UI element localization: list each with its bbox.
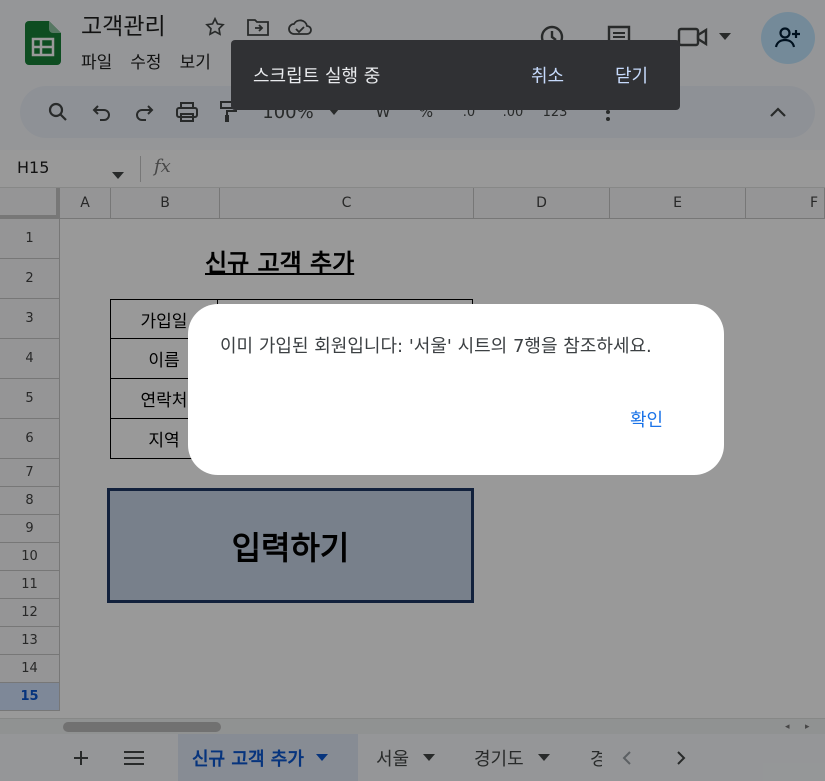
script-running-snackbar: 스크립트 실행 중 취소 닫기 xyxy=(231,40,680,110)
alert-dialog: 이미 가입된 회원입니다: '서울' 시트의 7행을 참조하세요. 확인 xyxy=(188,304,724,475)
snackbar-cancel-button[interactable]: 취소 xyxy=(531,62,564,88)
snackbar-message: 스크립트 실행 중 xyxy=(253,66,381,87)
snackbar-close-button[interactable]: 닫기 xyxy=(615,62,648,88)
dialog-message: 이미 가입된 회원입니다: '서울' 시트의 7행을 참조하세요. xyxy=(220,336,652,357)
dialog-ok-button[interactable]: 확인 xyxy=(630,406,663,432)
